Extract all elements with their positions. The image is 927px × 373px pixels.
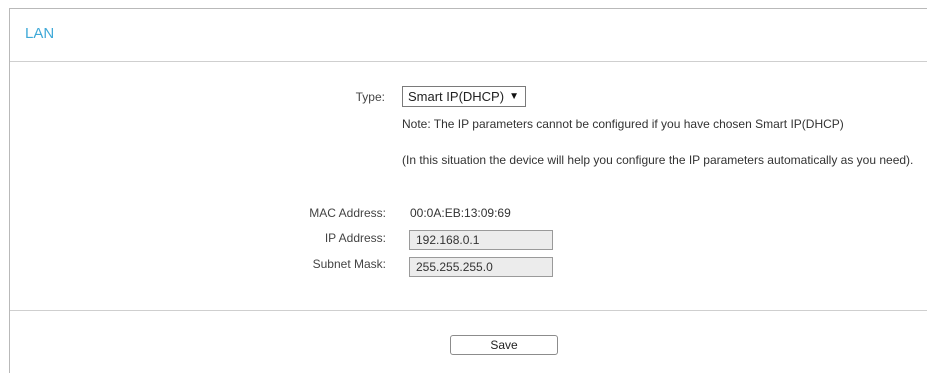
lan-panel: LAN Type: Smart IP(DHCP) ▼ Note: The IP … bbox=[9, 8, 927, 373]
mac-address-value: 00:0A:EB:13:09:69 bbox=[410, 206, 511, 220]
mac-address-label: MAC Address: bbox=[309, 206, 386, 220]
bottom-divider bbox=[10, 310, 927, 311]
caret-down-icon: ▼ bbox=[509, 91, 519, 102]
type-select[interactable]: Smart IP(DHCP) ▼ bbox=[402, 86, 526, 107]
type-select-value: Smart IP(DHCP) bbox=[408, 89, 505, 104]
note-line-1: Note: The IP parameters cannot be config… bbox=[402, 117, 844, 131]
top-divider bbox=[10, 61, 927, 62]
panel-title: LAN bbox=[25, 25, 55, 42]
type-label: Type: bbox=[355, 90, 385, 104]
note-line-2: (In this situation the device will help … bbox=[402, 153, 914, 167]
save-button[interactable]: Save bbox=[450, 335, 558, 355]
subnet-mask-field[interactable] bbox=[409, 257, 553, 277]
subnet-mask-label: Subnet Mask: bbox=[312, 257, 386, 271]
ip-address-label: IP Address: bbox=[324, 231, 386, 245]
ip-address-field[interactable] bbox=[409, 230, 553, 250]
